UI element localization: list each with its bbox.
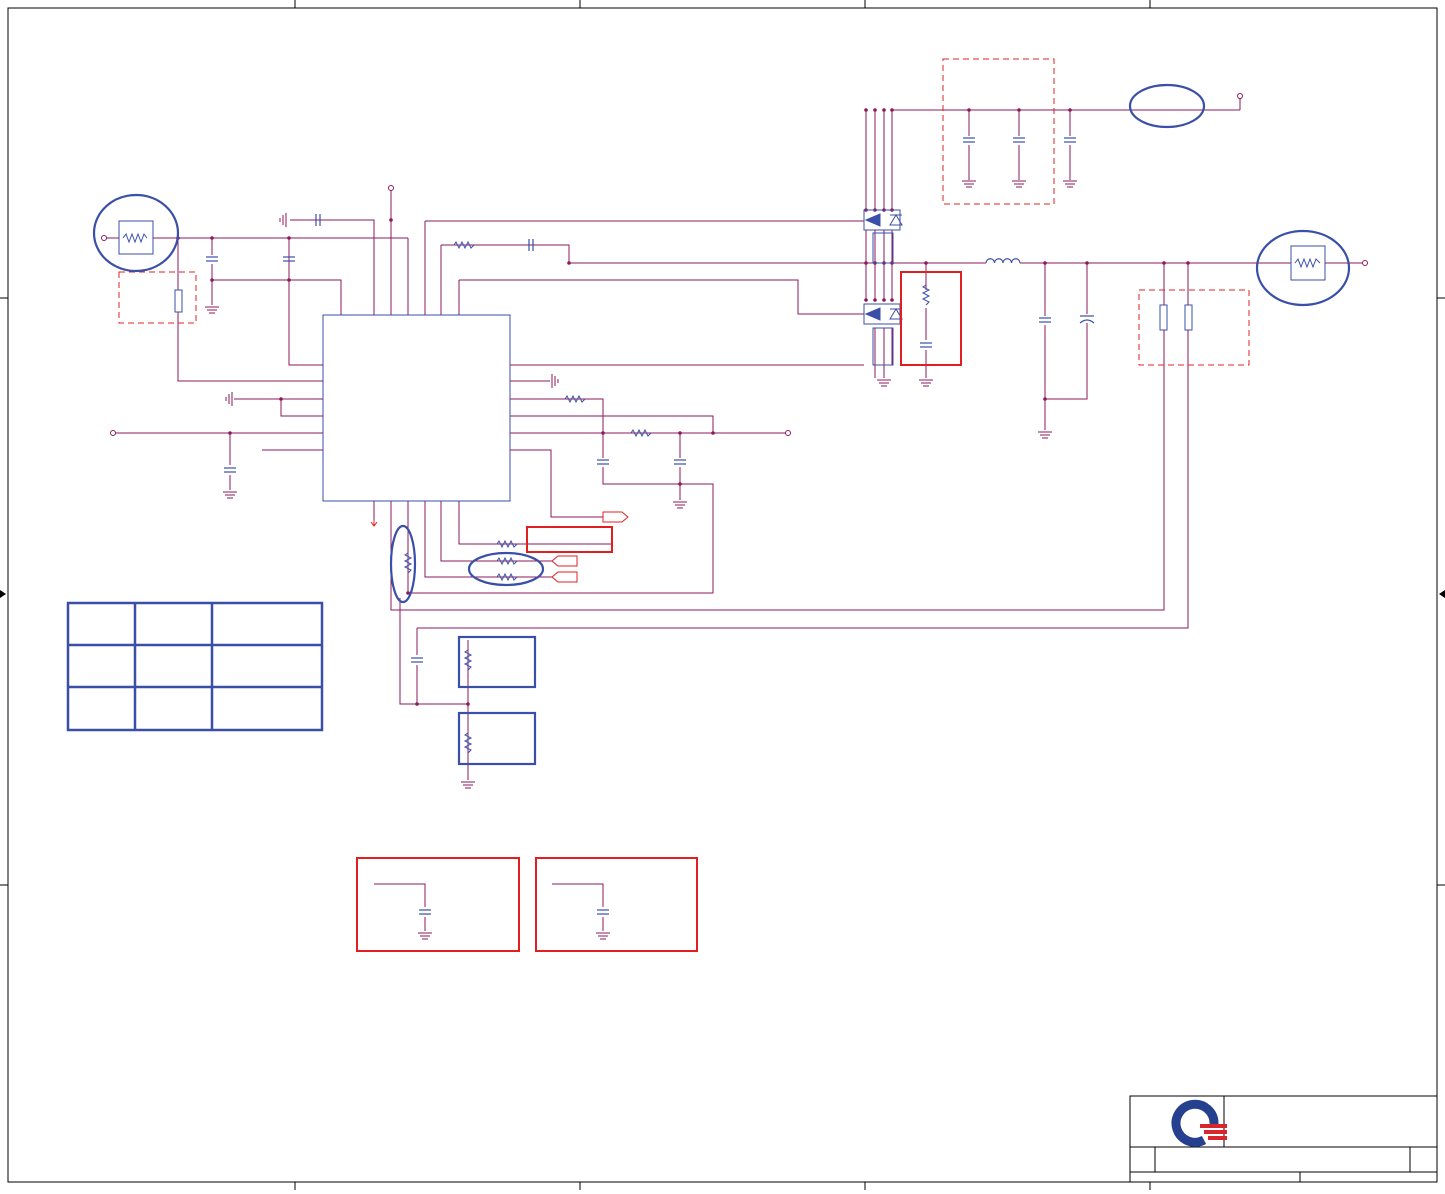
low-side-mosfet	[863, 303, 903, 366]
resistors	[404, 241, 930, 754]
ground-symbols	[204, 180, 1078, 940]
ic-left-nets	[113, 190, 864, 490]
sheet-border	[0, 0, 1445, 1190]
controller-ic	[322, 314, 511, 502]
junction-dots	[176, 108, 1190, 706]
inductor	[985, 258, 1021, 264]
company-logo-icon	[1171, 1099, 1227, 1147]
power-port-markers	[101, 93, 1368, 436]
title-block	[1129, 1095, 1438, 1183]
red-highlight-boxes	[356, 271, 962, 952]
info-table	[66, 601, 324, 732]
power-stage-nets	[569, 97, 1365, 430]
snubber-wires	[374, 883, 604, 931]
capacitors	[205, 137, 1095, 915]
blue-highlight-shapes	[92, 83, 1351, 766]
schematic-sheet	[0, 0, 1445, 1190]
fuses	[118, 220, 1326, 331]
high-side-mosfet	[863, 209, 903, 264]
